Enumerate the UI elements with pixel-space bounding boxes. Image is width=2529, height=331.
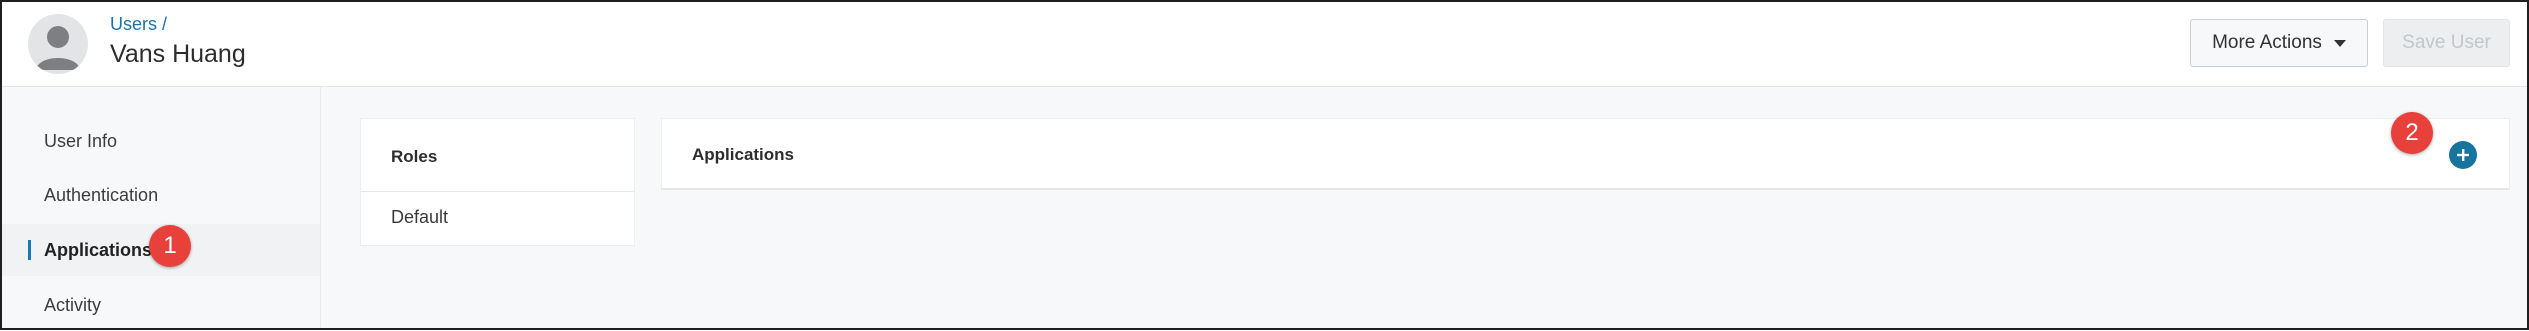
- page-title: Vans Huang: [110, 40, 246, 68]
- plus-circle-icon: [2457, 149, 2469, 161]
- sidebar-item-activity[interactable]: Activity: [2, 279, 320, 331]
- save-user-button[interactable]: Save User: [2383, 19, 2510, 67]
- more-actions-button[interactable]: More Actions: [2190, 19, 2368, 67]
- caret-down-icon: [2333, 39, 2346, 47]
- more-actions-label: More Actions: [2212, 32, 2322, 53]
- user-detail-window: Users / Vans Huang More Actions Save Use…: [0, 0, 2529, 330]
- sidebar-item-label: Activity: [44, 294, 102, 315]
- add-application-button[interactable]: [2449, 141, 2477, 169]
- applications-card: Applications: [661, 118, 2510, 190]
- roles-card: Roles Default: [360, 118, 635, 246]
- callout-badge-2: 2: [2391, 112, 2433, 154]
- breadcrumb[interactable]: Users /: [110, 14, 167, 35]
- applications-title: Applications: [692, 145, 795, 164]
- divider: [361, 191, 634, 192]
- sidebar: User Info Authentication Applications Ac…: [2, 87, 321, 328]
- sidebar-item-label: Applications: [44, 239, 153, 260]
- user-avatar-icon: [28, 14, 88, 74]
- sidebar-item-label: Authentication: [44, 184, 159, 205]
- roles-title: Roles: [391, 147, 438, 166]
- sidebar-item-user-info[interactable]: User Info: [2, 115, 320, 167]
- role-value: Default: [391, 207, 449, 227]
- callout-badge-1: 1: [149, 225, 191, 267]
- sidebar-item-authentication[interactable]: Authentication: [2, 169, 320, 221]
- page-header: Users / Vans Huang More Actions Save Use…: [2, 2, 2527, 87]
- sidebar-item-label: User Info: [44, 130, 118, 151]
